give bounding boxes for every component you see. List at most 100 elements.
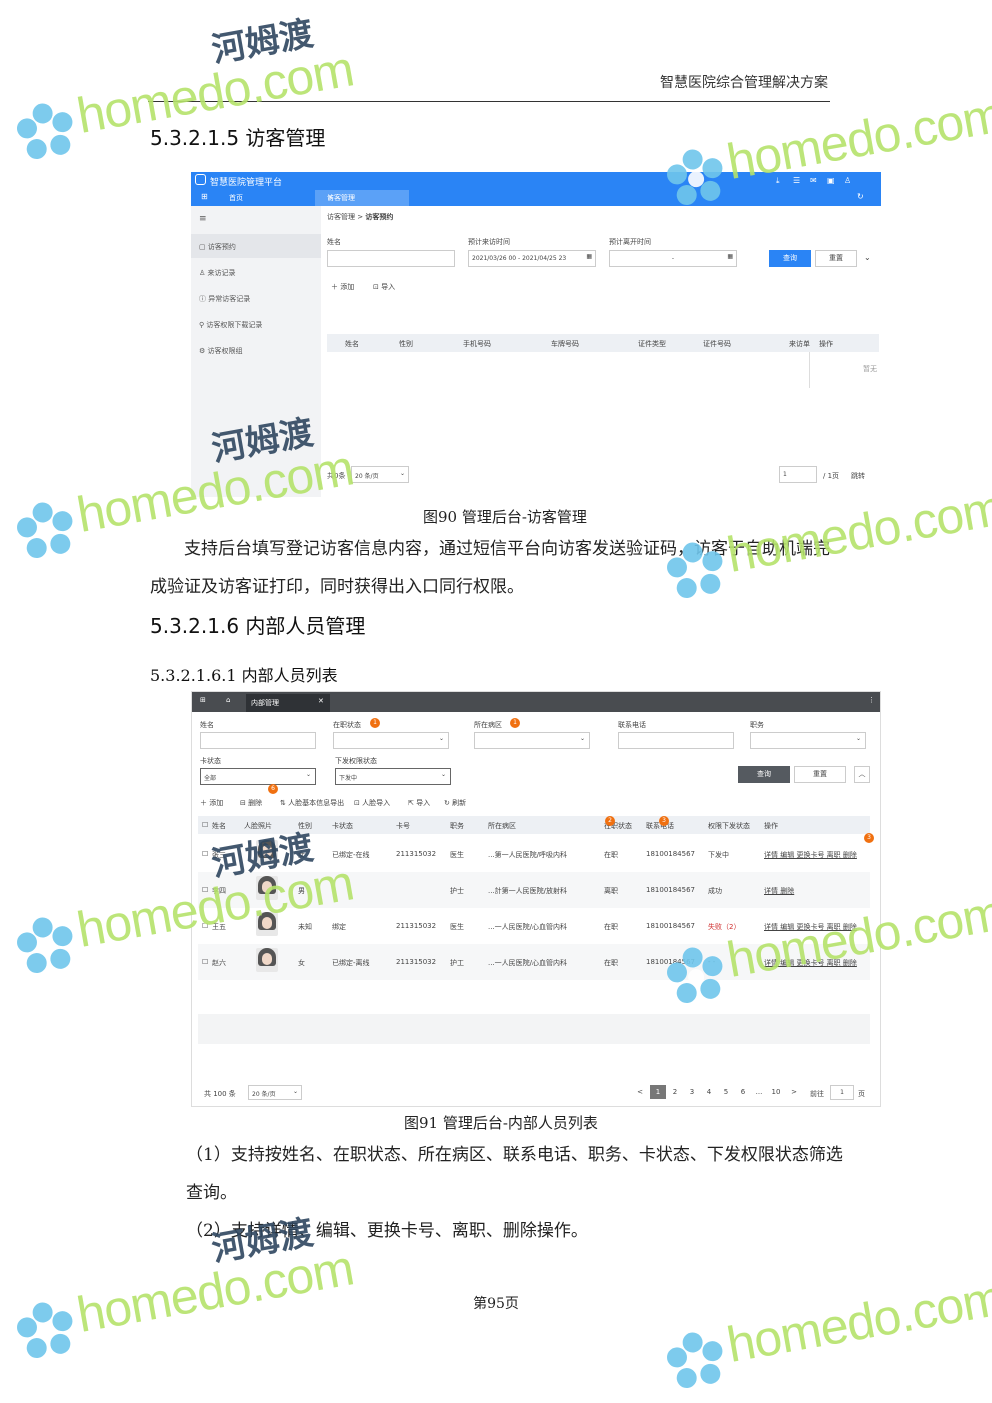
face-import-label: 人脸导入 xyxy=(362,799,391,807)
post-label: 职务 xyxy=(750,721,764,729)
sidebar-item-visit-records[interactable]: ♙ 来访记录 xyxy=(199,268,236,278)
empty-text: 暂无 xyxy=(863,365,877,373)
close-icon[interactable]: ✕ xyxy=(327,193,334,202)
query-button[interactable]: 查询 xyxy=(738,766,790,783)
leave-time-input[interactable]: - ▦ xyxy=(609,250,737,267)
arrive-time-value: 2021/03/26 00 - 2021/04/25 23 xyxy=(472,255,567,262)
subsection-heading-staff-list: 5.3.2.1.6.1 内部人员列表 xyxy=(150,666,338,685)
leave-time-value: - xyxy=(671,255,675,262)
name-input[interactable] xyxy=(327,250,455,267)
arrive-time-label: 预计来访时间 xyxy=(468,238,510,246)
goto-input[interactable]: 1 xyxy=(830,1085,854,1100)
ward-select[interactable]: ⌄ xyxy=(474,732,590,749)
import-button[interactable]: ⇱ 导入 xyxy=(408,798,430,808)
ward-label: 所在病区 xyxy=(474,721,502,729)
card-status-value: 全部 xyxy=(204,775,217,782)
status-select[interactable]: ⌄ xyxy=(333,732,449,749)
page-size-select[interactable]: 20 条/页 ⌄ xyxy=(248,1085,302,1100)
watermark-brand: homedo.com xyxy=(722,884,992,989)
col-actions: 操作 xyxy=(819,340,833,348)
menu-toggle-icon[interactable]: ≡ xyxy=(199,214,207,224)
face-export-button[interactable]: ⇅ 人脸基本信息导出 xyxy=(280,798,344,808)
sidebar-item-abnormal-records[interactable]: ⓘ 异常访客记录 xyxy=(199,294,250,304)
tab-label: 内部管理 xyxy=(251,699,279,707)
expand-chevron-icon[interactable]: ⌄ xyxy=(864,253,871,262)
tab-internal-management[interactable]: 内部管理 ✕ xyxy=(246,694,330,712)
cell-ward: ...計第一人民医院/放射科 xyxy=(488,887,568,895)
pagination-page-3[interactable]: 3 xyxy=(686,1085,698,1099)
name-label: 姓名 xyxy=(327,238,341,246)
reset-button[interactable]: 重置 xyxy=(815,250,857,267)
card-status-select[interactable]: 全部 ⌄ xyxy=(200,768,316,785)
close-icon[interactable]: ✕ xyxy=(318,697,324,705)
phone-input[interactable] xyxy=(618,732,734,749)
cell-card-no: 211315032 xyxy=(396,958,437,966)
app-logo-icon xyxy=(195,174,206,185)
chevron-down-icon: ⌄ xyxy=(855,735,861,742)
col-plate: 车牌号码 xyxy=(551,340,579,348)
pagination-next[interactable]: > xyxy=(788,1085,800,1099)
face-import-button[interactable]: ⊡ 人脸导入 xyxy=(354,798,390,808)
import-button[interactable]: ⊡ 导入 xyxy=(373,282,395,292)
tab-visitor-management[interactable]: 访客管理 ✕ xyxy=(315,190,409,206)
more-icon[interactable]: ⋮ xyxy=(868,696,875,704)
pagination-page-1[interactable]: 1 xyxy=(650,1085,666,1099)
app-topbar: ⊞ ⌂ 内部管理 ✕ ⋮ xyxy=(192,692,880,712)
select-all-checkbox[interactable]: ☐ xyxy=(202,821,208,829)
column-divider xyxy=(809,352,810,388)
cell-post: 医生 xyxy=(450,851,464,859)
row-actions[interactable]: 详情 编辑 更换卡号 离职 删除 xyxy=(764,850,857,860)
pagination-page-4[interactable]: 4 xyxy=(703,1085,715,1099)
refresh-button[interactable]: ↻ 刷新 xyxy=(444,798,466,808)
sidebar-item-visitor-booking[interactable]: ▢ 访客预约 xyxy=(199,242,236,252)
perm-status-select[interactable]: 下发中 ⌄ xyxy=(335,768,451,785)
breadcrumb-parent[interactable]: 访客管理 xyxy=(327,213,355,221)
sidebar-item-label: 异常访客记录 xyxy=(208,295,251,303)
badge-4: 2 xyxy=(605,816,615,826)
leave-time-label: 预计离开时间 xyxy=(609,238,651,246)
cell-ward: ...一人民医院/心血管内科 xyxy=(488,923,568,931)
flower-logo-icon xyxy=(16,502,73,559)
cell-perm-status: 下发中 xyxy=(708,851,729,859)
query-button[interactable]: 查询 xyxy=(769,250,811,267)
grid-icon[interactable]: ⊞ xyxy=(200,696,206,704)
add-button[interactable]: ＋ 添加 xyxy=(331,282,354,292)
sidebar-item-permission-download[interactable]: ⚲ 访客权限下载记录 xyxy=(199,320,262,330)
flower-logo-icon xyxy=(666,1332,723,1389)
post-select[interactable]: ⌄ xyxy=(750,732,866,749)
cell-phone: 18100184567 xyxy=(646,850,695,858)
name-input[interactable] xyxy=(200,732,316,749)
chevron-down-icon: ⌄ xyxy=(440,771,446,778)
cell-post: 护士 xyxy=(450,887,464,895)
home-icon[interactable]: ⌂ xyxy=(226,696,230,704)
col-phone: 手机号码 xyxy=(463,340,491,348)
sidebar-item-permission-group[interactable]: ⚙ 访客权限组 xyxy=(199,346,243,356)
cell-status: 在职 xyxy=(604,923,618,931)
watermark-brand: homedo.com xyxy=(722,479,992,584)
figure-caption-91: 图91 管理后台-内部人员列表 xyxy=(404,1114,598,1132)
col-ward: 所在病区 xyxy=(488,822,516,830)
sidebar-item-label: 来访记录 xyxy=(207,269,236,277)
cell-post: 护工 xyxy=(450,959,464,967)
cell-status: 在职 xyxy=(604,851,618,859)
arrive-time-input[interactable]: 2021/03/26 00 - 2021/04/25 23 ▦ xyxy=(468,250,596,267)
pagination-page-10[interactable]: 10 xyxy=(770,1085,782,1099)
pagination-prev[interactable]: < xyxy=(634,1085,646,1099)
add-button[interactable]: ＋ 添加 xyxy=(200,798,223,808)
collapse-icon[interactable]: ︿ xyxy=(854,766,870,783)
chevron-down-icon: ⌄ xyxy=(579,735,585,742)
pagination-page-2[interactable]: 2 xyxy=(669,1085,681,1099)
figure-caption-90: 图90 管理后台-访客管理 xyxy=(423,508,587,526)
pagination-page-6[interactable]: 6 xyxy=(737,1085,749,1099)
delete-button[interactable]: ⊟ 删除 xyxy=(240,798,262,808)
col-post: 职务 xyxy=(450,822,464,830)
tab-home[interactable]: 首页 xyxy=(229,193,243,203)
pagination-ellipsis[interactable]: ... xyxy=(753,1085,765,1099)
grid-icon[interactable]: ⊞ xyxy=(201,192,208,201)
col-id-number: 证件号码 xyxy=(703,340,731,348)
visitor-table-header: 姓名 性别 手机号码 车牌号码 证件类型 证件号码 来访单 操作 xyxy=(327,334,879,352)
pagination-page-5[interactable]: 5 xyxy=(720,1085,732,1099)
reset-button[interactable]: 重置 xyxy=(794,766,846,783)
calendar-icon: ▦ xyxy=(586,253,592,260)
status-label: 在职状态 xyxy=(333,721,361,729)
